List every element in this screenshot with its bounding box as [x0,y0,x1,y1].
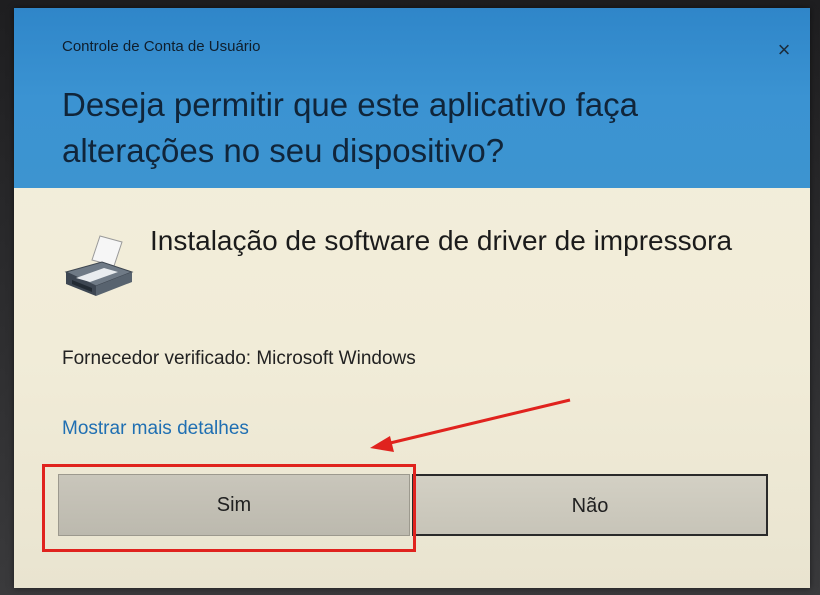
printer-icon [64,235,134,296]
dialog-title: Deseja permitir que este aplicativo faça… [62,86,638,169]
publisher-text: Fornecedor verificado: Microsoft Windows [62,348,416,369]
close-button[interactable]: × [770,36,798,64]
app-info: Instalação de software de driver de impr… [62,220,782,320]
screen-background: Controle de Conta de Usuário × Deseja pe… [0,0,820,595]
yes-button[interactable]: Sim [58,474,410,536]
dialog-caption: Controle de Conta de Usuário [62,38,261,55]
app-name: Instalação de software de driver de impr… [150,225,733,256]
uac-dialog: Controle de Conta de Usuário × Deseja pe… [14,8,810,588]
dialog-header: Controle de Conta de Usuário × Deseja pe… [14,8,810,188]
show-details-link[interactable]: Mostrar mais detalhes [62,418,249,440]
no-button[interactable]: Não [412,474,768,536]
